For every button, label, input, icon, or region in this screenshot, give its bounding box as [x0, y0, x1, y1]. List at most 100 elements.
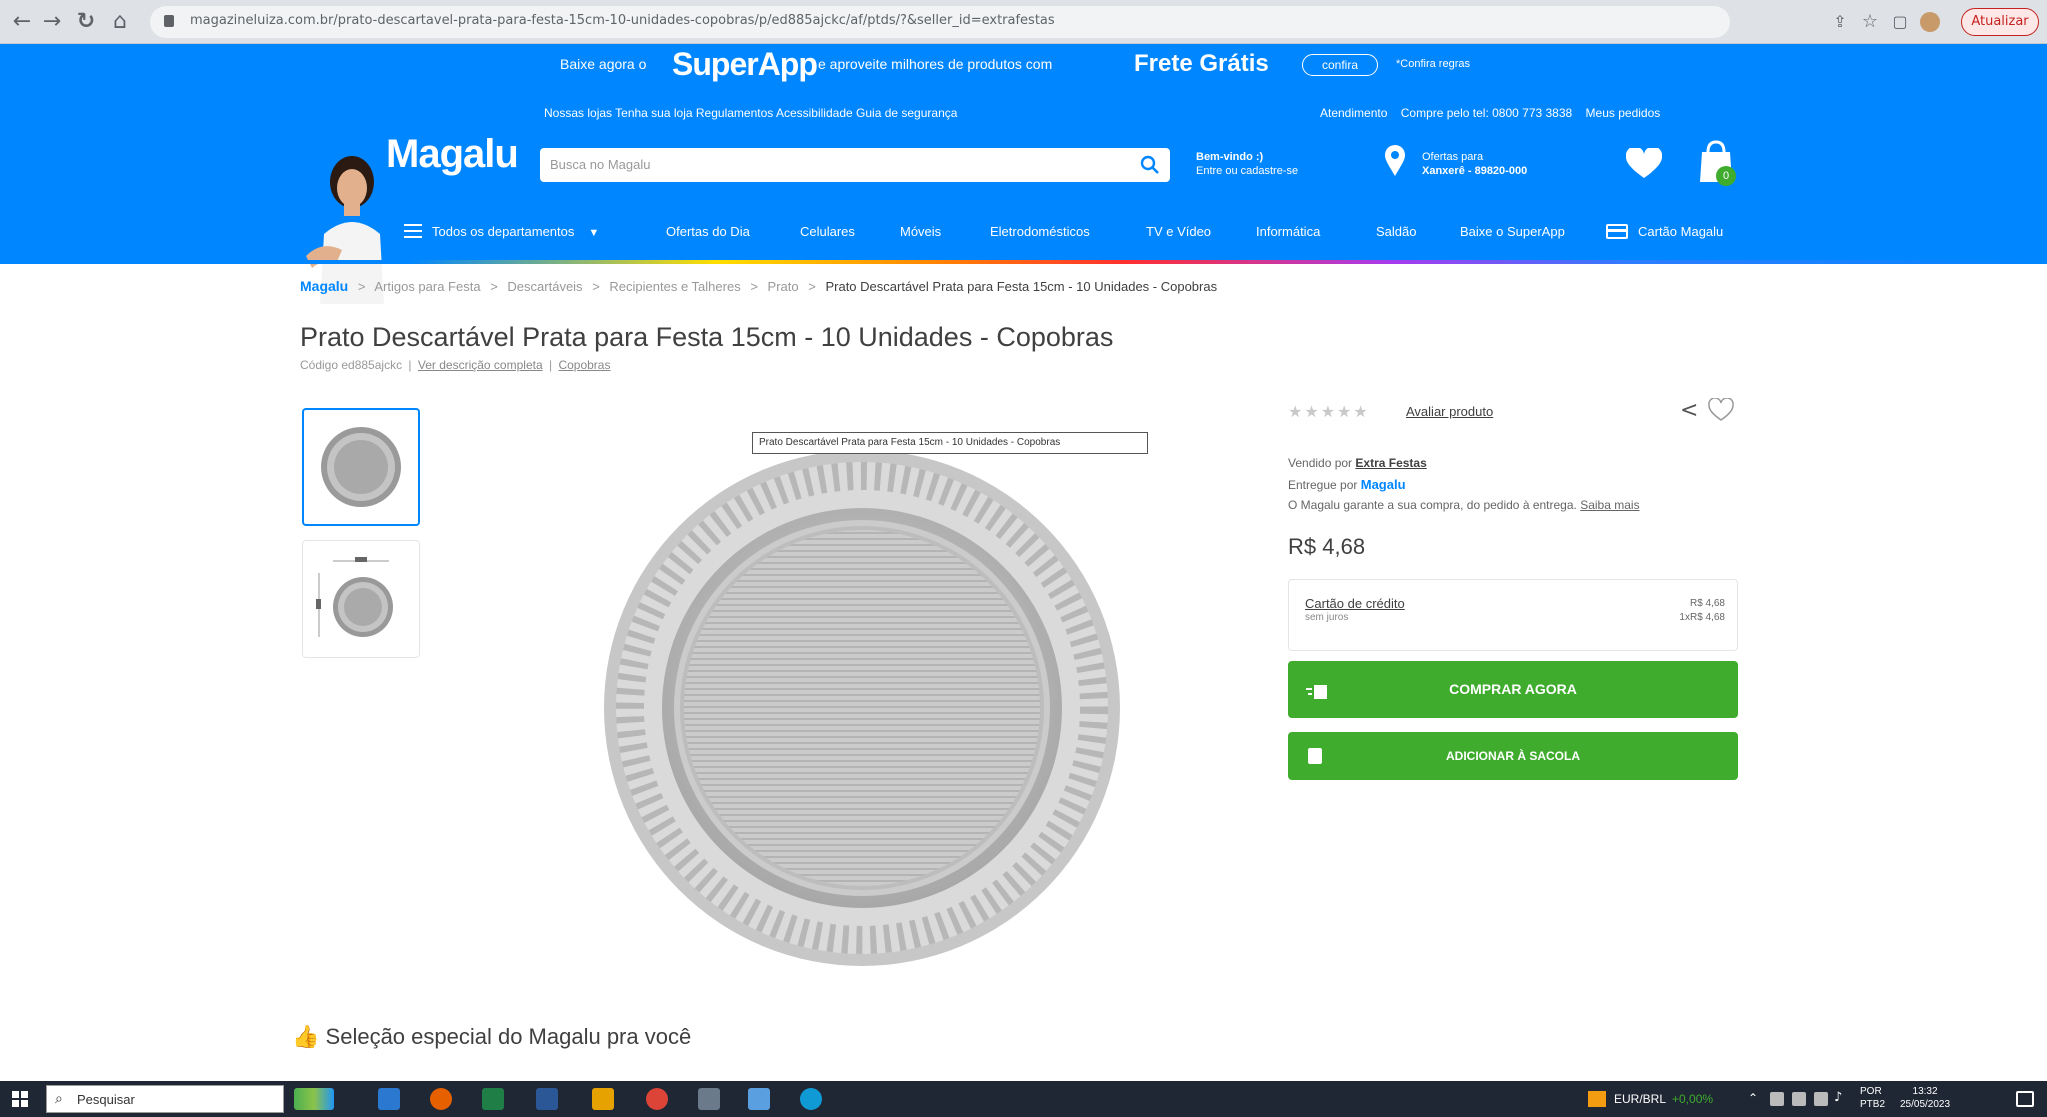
toplink-regulamentos[interactable]: Regulamentos: [696, 106, 773, 120]
search-icon: ⌕: [55, 1091, 63, 1107]
nav-item-informatica[interactable]: Informática: [1256, 224, 1320, 239]
notifications-icon[interactable]: [2016, 1091, 2034, 1107]
cart-count-badge: 0: [1716, 166, 1736, 186]
currency-pair[interactable]: EUR/BRL: [1614, 1092, 1666, 1106]
nav-item-ofertas[interactable]: Ofertas do Dia: [666, 224, 750, 239]
tray-icon[interactable]: [1770, 1092, 1784, 1106]
address-bar[interactable]: magazineluiza.com.br/prato-descartavel-p…: [150, 6, 1730, 38]
toplink-atendimento[interactable]: Atendimento: [1320, 106, 1387, 120]
breadcrumb-home[interactable]: Magalu: [300, 278, 348, 294]
profile-avatar[interactable]: [1920, 12, 1940, 32]
confira-regras-link[interactable]: *Confira regras: [1396, 58, 1470, 70]
product-price: R$ 4,68: [1288, 534, 1366, 559]
heart-icon[interactable]: [1625, 146, 1663, 180]
firefox-icon[interactable]: [430, 1088, 452, 1110]
product-main-image[interactable]: [590, 440, 1130, 970]
app-icon[interactable]: [592, 1088, 614, 1110]
toplink-telefone[interactable]: Compre pelo tel: 0800 773 3838: [1401, 106, 1572, 120]
chrome-icon[interactable]: [646, 1088, 668, 1110]
share-icon[interactable]: <: [1680, 398, 1698, 423]
back-icon[interactable]: ←: [8, 8, 36, 36]
toplink-meus-pedidos[interactable]: Meus pedidos: [1586, 106, 1661, 120]
departments-label: Todos os departamentos: [432, 224, 575, 239]
delivered-by: Entregue por Magalu: [1288, 477, 1406, 492]
nav-item-cartao[interactable]: Cartão Magalu: [1638, 224, 1723, 239]
add-to-bag-button[interactable]: ADICIONAR À SACOLA: [1288, 732, 1738, 780]
app-icon[interactable]: [698, 1088, 720, 1110]
chevron-up-icon[interactable]: ⌃: [1748, 1091, 1758, 1105]
taskbar-search[interactable]: ⌕ Pesquisar: [46, 1085, 284, 1113]
nav-item-saldao[interactable]: Saldão: [1376, 224, 1416, 239]
url-text: magazineluiza.com.br/prato-descartavel-p…: [190, 13, 1055, 28]
clock[interactable]: 13:32 25/05/2023: [1900, 1085, 1950, 1111]
reload-icon[interactable]: ↻: [72, 8, 100, 36]
search-icon[interactable]: [1140, 155, 1160, 175]
delivered-by-label: Entregue por: [1288, 478, 1358, 492]
breadcrumb-item[interactable]: Recipientes e Talheres: [609, 279, 740, 294]
product-code: Código ed885ajckc: [300, 358, 403, 372]
buy-now-button[interactable]: COMPRAR AGORA: [1288, 661, 1738, 718]
file-explorer-icon[interactable]: [378, 1088, 400, 1110]
nav-item-celulares[interactable]: Celulares: [800, 224, 855, 239]
confira-button[interactable]: confira: [1302, 54, 1378, 76]
tab-search-icon[interactable]: ▢: [1886, 8, 1914, 36]
lock-icon: [164, 15, 174, 27]
update-browser-button[interactable]: Atualizar: [1961, 8, 2039, 36]
location-pin-icon[interactable]: [1384, 144, 1406, 178]
tray-icon[interactable]: [1792, 1092, 1806, 1106]
breadcrumb-sep: >: [750, 279, 758, 294]
thumbnail-1[interactable]: [302, 408, 420, 526]
toplink-acessibilidade[interactable]: Acessibilidade: [776, 106, 853, 120]
windows-start-icon[interactable]: [12, 1091, 28, 1107]
welcome-line2: Entre ou cadastre-se: [1196, 165, 1299, 177]
superapp-logo: SuperApp: [672, 46, 818, 82]
toplink-guia-seguranca[interactable]: Guia de segurança: [856, 106, 957, 120]
bag-icon: [1308, 748, 1322, 764]
nav-item-superapp[interactable]: Baixe o SuperApp: [1460, 224, 1565, 239]
share-icon[interactable]: ⇪: [1826, 8, 1854, 36]
saiba-mais-link[interactable]: Saiba mais: [1580, 498, 1639, 512]
edge-icon[interactable]: [800, 1088, 822, 1110]
all-departments-button[interactable]: Todos os departamentos ▼: [432, 224, 599, 239]
bag-fast-icon: [1306, 681, 1328, 699]
nav-item-moveis[interactable]: Móveis: [900, 224, 941, 239]
bookmark-star-icon[interactable]: ☆: [1856, 8, 1884, 36]
search-input[interactable]: Busca no Magalu: [540, 148, 1170, 182]
menu-icon[interactable]: [404, 224, 422, 238]
guarantee: O Magalu garante a sua compra, do pedido…: [1288, 498, 1640, 512]
app-icon[interactable]: [748, 1088, 770, 1110]
forward-icon[interactable]: →: [38, 8, 66, 36]
thumbs-up-icon: 👍: [292, 1024, 320, 1049]
favorite-heart-icon[interactable]: [1708, 397, 1734, 422]
seller-link[interactable]: Extra Festas: [1355, 456, 1426, 470]
bag-icon[interactable]: 0: [1694, 138, 1740, 186]
weather-widget-icon[interactable]: [294, 1088, 334, 1110]
home-icon[interactable]: ⌂: [106, 8, 134, 36]
breadcrumb-current: Prato Descartável Prata para Festa 15cm …: [825, 279, 1218, 294]
delivered-by-logo: Magalu: [1360, 477, 1406, 492]
toplink-nossas-lojas[interactable]: Nossas lojas: [544, 106, 612, 120]
word-icon[interactable]: [536, 1088, 558, 1110]
login-link[interactable]: Bem-vindo :) Entre ou cadastre-se: [1196, 150, 1298, 178]
breadcrumb-item[interactable]: Artigos para Festa: [374, 279, 480, 294]
language-line2: PTB2: [1860, 1099, 1886, 1110]
site-header: Baixe agora o SuperApp e aproveite milho…: [0, 44, 2047, 304]
offers-location[interactable]: Ofertas para Xanxerê - 89820-000: [1422, 150, 1527, 178]
thumbnail-2[interactable]: [302, 540, 420, 658]
language-indicator[interactable]: POR PTB2: [1860, 1085, 1885, 1111]
currency-icon: [1588, 1091, 1606, 1107]
volume-icon[interactable]: ♪: [1834, 1090, 1842, 1105]
brand-link[interactable]: Copobras: [558, 358, 610, 372]
rate-product-link[interactable]: Avaliar produto: [1406, 404, 1493, 419]
toplink-tenha-sua-loja[interactable]: Tenha sua loja: [615, 106, 692, 120]
breadcrumb-item[interactable]: Descartáveis: [507, 279, 582, 294]
breadcrumb-sep: >: [808, 279, 816, 294]
magalu-logo[interactable]: Magalu: [386, 132, 519, 177]
nav-item-eletrodomesticos[interactable]: Eletrodomésticos: [990, 224, 1090, 239]
excel-icon[interactable]: [482, 1088, 504, 1110]
nav-item-tv-video[interactable]: TV e Vídeo: [1146, 224, 1211, 239]
breadcrumb-item[interactable]: Prato: [768, 279, 799, 294]
full-description-link[interactable]: Ver descrição completa: [418, 358, 543, 372]
network-icon[interactable]: [1814, 1092, 1828, 1106]
payment-option[interactable]: Cartão de crédito sem juros R$ 4,68 1xR$…: [1288, 579, 1738, 651]
